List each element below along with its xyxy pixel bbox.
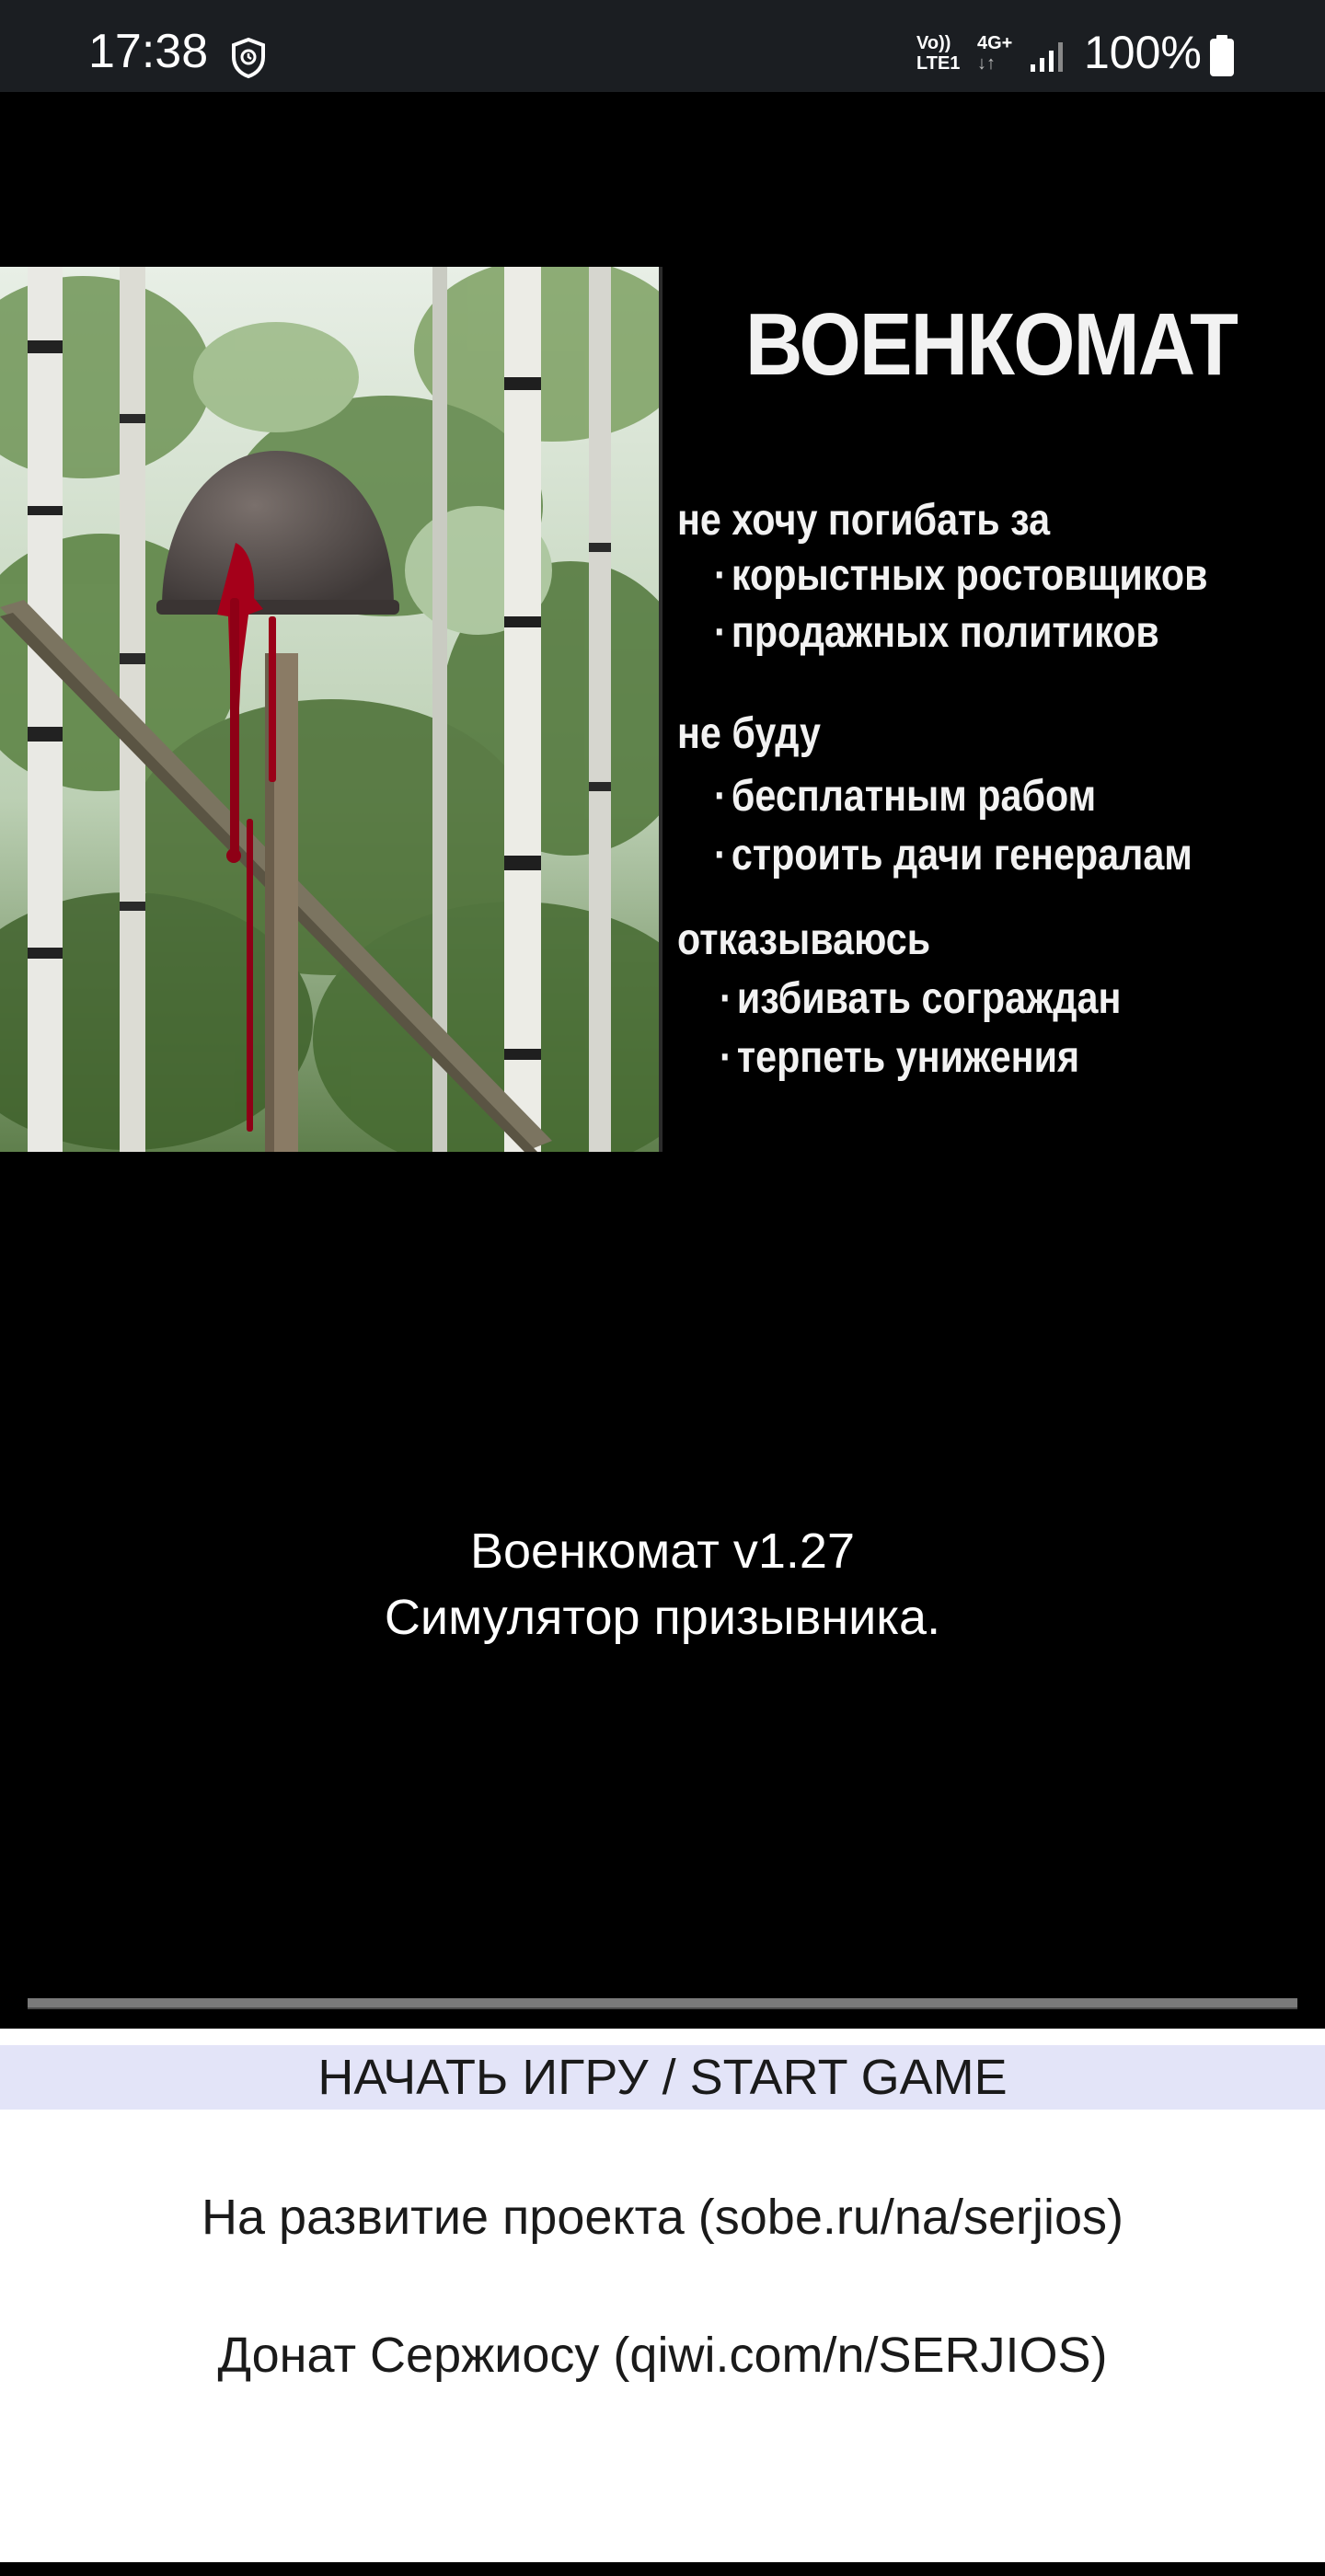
shield-icon: [232, 37, 265, 79]
app-version: Военкомат v1.27: [470, 1524, 855, 1579]
app-info: Военкомат v1.27 Симулятор призывника.: [0, 1518, 1325, 1650]
app-screen: 17:38 Vo)) LTE1 4G+ ↓↑ 100% ВОЕНКОМАТ не…: [0, 0, 1325, 2576]
battery-percent: 100%: [1084, 27, 1202, 78]
bottom-edge: [0, 2562, 1325, 2576]
banner-item: · бесплатным рабом: [714, 772, 1097, 821]
banner-image: ВОЕНКОМАТ не хочу погибать за · корыстных…: [0, 267, 1325, 1152]
banner-slogan: ВОЕНКОМАТ не хочу погибать за · корыстных…: [672, 267, 1316, 1152]
status-bar: 17:38 Vo)) LTE1 4G+ ↓↑ 100%: [0, 0, 1325, 92]
network-label: 4G+: [977, 33, 1013, 53]
banner-item: · строить дачи генералам: [714, 831, 1192, 880]
app-subtitle: Симулятор призывника.: [384, 1590, 941, 1645]
banner-heading-1: не хочу погибать за: [677, 496, 1051, 545]
data-arrows-icon: ↓↑: [977, 53, 996, 74]
divider: [28, 1998, 1297, 2009]
banner-item: · корыстных ростовщиков: [714, 551, 1208, 600]
volte-icon: Vo)) LTE1: [916, 33, 974, 79]
volte-top-label: Vo)): [916, 33, 951, 53]
banner-heading-2: не буду: [677, 709, 821, 758]
banner-heading-3: отказываюсь: [677, 915, 931, 964]
bottom-panel: НАЧАТЬ ИГРУ / START GAME На развитие про…: [0, 2029, 1325, 2562]
network-icon: 4G+ ↓↑: [977, 33, 1018, 79]
donate-qiwi-link[interactable]: Донат Сержиосу (qiwi.com/n/SERJIOS): [0, 2323, 1325, 2387]
donate-sobe-link[interactable]: На развитие проекта (sobe.ru/na/serjios): [0, 2185, 1325, 2249]
start-game-button[interactable]: НАЧАТЬ ИГРУ / START GAME: [0, 2045, 1325, 2110]
banner-item: · избивать сограждан: [720, 974, 1122, 1023]
banner-item: · продажных политиков: [714, 608, 1159, 657]
banner-item: · терпеть унижения: [720, 1033, 1080, 1082]
status-time: 17:38: [88, 25, 209, 78]
volte-bottom-label: LTE1: [916, 53, 961, 74]
signal-icon: [1031, 42, 1063, 72]
banner-title: ВОЕНКОМАТ: [745, 295, 1239, 394]
forest-helmet-photo: [0, 267, 662, 1152]
battery-icon: [1210, 35, 1234, 76]
